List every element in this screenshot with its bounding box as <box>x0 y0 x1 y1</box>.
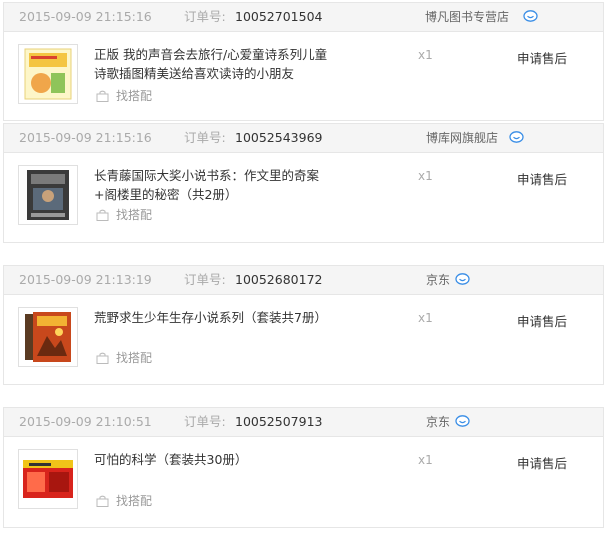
quantity: x1 <box>418 48 433 62</box>
product-title[interactable]: 长青藤国际大奖小说书系：作文里的奇案+阁楼里的秘密（共2册） <box>94 166 339 204</box>
find-match-link[interactable]: 找搭配 <box>96 494 152 508</box>
order-header: 2015-09-09 21:13:19 订单号: 10052680172 京东 <box>4 266 603 295</box>
order-number-label: 订单号: <box>184 414 226 429</box>
find-match-link[interactable]: 找搭配 <box>96 351 152 365</box>
order-header: 2015-09-09 21:10:51 订单号: 10052507913 京东 <box>4 408 603 437</box>
order-item: 正版 我的声音会去旅行/心爱童诗系列儿童诗歌插图精美送给喜欢读诗的小朋友 找搭配… <box>4 32 603 122</box>
after-sale-link[interactable]: 申请售后 <box>517 311 567 330</box>
order-card: 2015-09-09 21:10:51 订单号: 10052507913 京东 … <box>3 407 604 528</box>
order-item: 可怕的科学（套装共30册） 找搭配 x1 申请售后 <box>4 437 603 527</box>
order-number: 10052543969 <box>235 130 323 145</box>
after-sale-link[interactable]: 申请售后 <box>517 48 567 67</box>
quantity: x1 <box>418 311 433 325</box>
product-image[interactable] <box>18 307 78 367</box>
quantity: x1 <box>418 453 433 467</box>
order-time: 2015-09-09 21:10:51 <box>19 414 152 429</box>
shop-name[interactable]: 博凡图书专营店 <box>425 10 509 24</box>
order-time: 2015-09-09 21:13:19 <box>19 272 152 287</box>
order-card: 2015-09-09 21:15:16 订单号: 10052543969 博库网… <box>3 123 604 243</box>
bag-icon <box>96 209 109 221</box>
product-title[interactable]: 荒野求生少年生存小说系列（套装共7册） <box>94 308 339 327</box>
order-number-label: 订单号: <box>184 9 226 24</box>
shop-name[interactable]: 博库网旗舰店 <box>426 131 498 145</box>
chat-bubble-icon[interactable] <box>455 273 470 286</box>
product-title[interactable]: 可怕的科学（套装共30册） <box>94 450 339 469</box>
order-number-label: 订单号: <box>184 272 226 287</box>
product-image[interactable] <box>18 44 78 104</box>
order-card: 2015-09-09 21:15:16 订单号: 10052701504 博凡图… <box>3 2 604 121</box>
order-number: 10052701504 <box>235 9 323 24</box>
shop-name[interactable]: 京东 <box>426 415 450 429</box>
bag-icon <box>96 352 109 364</box>
find-match-link[interactable]: 找搭配 <box>96 208 152 222</box>
product-image[interactable] <box>18 449 78 509</box>
order-time: 2015-09-09 21:15:16 <box>19 130 152 145</box>
find-match-label: 找搭配 <box>116 208 153 222</box>
chat-bubble-icon[interactable] <box>455 415 470 428</box>
chat-bubble-icon[interactable] <box>523 10 538 23</box>
order-header: 2015-09-09 21:15:16 订单号: 10052543969 博库网… <box>4 124 603 153</box>
bag-icon <box>96 495 109 507</box>
find-match-label: 找搭配 <box>116 351 153 365</box>
find-match-label: 找搭配 <box>116 494 153 508</box>
order-item: 荒野求生少年生存小说系列（套装共7册） 找搭配 x1 申请售后 <box>4 295 603 385</box>
order-number: 10052507913 <box>235 414 323 429</box>
after-sale-link[interactable]: 申请售后 <box>517 453 567 472</box>
product-image[interactable] <box>18 165 78 225</box>
order-header: 2015-09-09 21:15:16 订单号: 10052701504 博凡图… <box>4 3 603 32</box>
find-match-label: 找搭配 <box>116 89 153 103</box>
chat-bubble-icon[interactable] <box>509 131 524 144</box>
order-number-label: 订单号: <box>184 130 226 145</box>
order-time: 2015-09-09 21:15:16 <box>19 9 152 24</box>
quantity: x1 <box>418 169 433 183</box>
order-item: 长青藤国际大奖小说书系：作文里的奇案+阁楼里的秘密（共2册） 找搭配 x1 申请… <box>4 153 603 243</box>
product-title[interactable]: 正版 我的声音会去旅行/心爱童诗系列儿童诗歌插图精美送给喜欢读诗的小朋友 <box>94 45 339 83</box>
order-card: 2015-09-09 21:13:19 订单号: 10052680172 京东 … <box>3 265 604 385</box>
order-number: 10052680172 <box>235 272 323 287</box>
bag-icon <box>96 90 109 102</box>
shop-name[interactable]: 京东 <box>426 273 450 287</box>
find-match-link[interactable]: 找搭配 <box>96 89 152 103</box>
after-sale-link[interactable]: 申请售后 <box>517 169 567 188</box>
